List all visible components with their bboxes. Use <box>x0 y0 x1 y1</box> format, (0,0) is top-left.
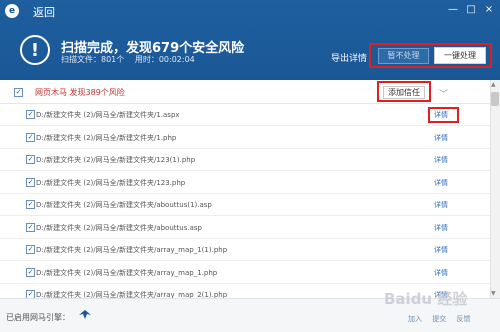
warning-icon: ! <box>20 35 50 65</box>
detail-highlight-box <box>428 107 459 123</box>
file-path: D:/新建文件夹 (2)/网马全/新建文件夹/123(1).php <box>36 156 196 164</box>
file-path: D:/新建文件夹 (2)/网马全/新建文件夹/array_map_1.php <box>36 268 218 277</box>
table-row[interactable]: ✓ D:/新建文件夹 (2)/网马全/新建文件夹/1.aspx 详情 <box>0 104 490 126</box>
table-row[interactable]: ✓ D:/新建文件夹 (2)/网马全/新建文件夹/abouttus(1).asp 详… <box>0 194 490 216</box>
detail-link[interactable]: 详情 <box>434 200 448 210</box>
elapsed-time: 用时：00:02:04 <box>134 55 195 64</box>
add-trust-button[interactable]: 添加信任 <box>383 86 425 99</box>
export-details-link[interactable]: 导出详情 <box>331 51 367 64</box>
group-title: 网页木马 发现389个风险 <box>35 88 125 97</box>
row-checkbox[interactable]: ✓ <box>26 222 35 232</box>
row-checkbox[interactable]: ✓ <box>26 177 35 187</box>
detail-link[interactable]: 详情 <box>434 133 448 143</box>
watermark: Baidu 经验 <box>384 290 468 308</box>
table-row[interactable]: ✓ D:/新建文件夹 (2)/网马全/新建文件夹/123.php 详情 <box>0 172 490 194</box>
engine-bird-icon <box>79 310 91 319</box>
file-path: D:/新建文件夹 (2)/网马全/新建文件夹/1.aspx <box>36 111 180 119</box>
back-button[interactable]: 返回 <box>33 4 55 20</box>
file-path: D:/新建文件夹 (2)/网马全/新建文件夹/123.php <box>36 178 186 187</box>
detail-link[interactable]: 详情 <box>434 178 448 188</box>
table-row[interactable]: ✓ D:/新建文件夹 (2)/网马全/新建文件夹/array_map_1.php 详… <box>0 262 490 284</box>
footer-link-join[interactable]: 加入 <box>408 315 422 323</box>
table-row[interactable]: ✓ D:/新建文件夹 (2)/网马全/新建文件夹/123(1).php 详情 <box>0 149 490 171</box>
file-path: D:/新建文件夹 (2)/网马全/新建文件夹/array_map_1(1).ph… <box>36 246 228 254</box>
file-path: D:/新建文件夹 (2)/网马全/新建文件夹/1.php <box>36 133 177 142</box>
scrollbar-thumb[interactable] <box>491 92 499 106</box>
engine-label: 已启用网马引擎： <box>6 313 70 322</box>
group-checkbox[interactable]: ✓ <box>14 88 23 97</box>
row-checkbox[interactable]: ✓ <box>26 155 35 164</box>
table-row[interactable]: ✓ D:/新建文件夹 (2)/网马全/新建文件夹/abouttus.asp 详情 <box>0 217 490 239</box>
fix-all-button[interactable]: 一键处理 <box>434 47 486 64</box>
title-bar: e 返回 — □ × <box>0 0 500 22</box>
row-checkbox[interactable]: ✓ <box>26 132 35 142</box>
row-checkbox[interactable]: ✓ <box>26 267 35 277</box>
table-row[interactable]: ✓ D:/新建文件夹 (2)/网马全/新建文件夹/1.php 详情 <box>0 127 490 149</box>
row-checkbox[interactable]: ✓ <box>26 245 35 254</box>
footer-link-feedback[interactable]: 反馈 <box>456 315 470 323</box>
collapse-chevron-icon[interactable]: ﹀ <box>439 87 448 100</box>
minimize-icon[interactable]: — <box>446 3 460 17</box>
detail-link[interactable]: 详情 <box>434 245 448 255</box>
footer-links: 加入 提交 反馈 <box>408 314 478 324</box>
file-path: D:/新建文件夹 (2)/网马全/新建文件夹/abouttus.asp <box>36 223 202 232</box>
ignore-button[interactable]: 暂不处理 <box>378 48 429 64</box>
table-row[interactable]: ✓ D:/新建文件夹 (2)/网马全/新建文件夹/array_map_1(1).p… <box>0 239 490 261</box>
scan-stats: 扫描文件：801个 用时：00:02:04 <box>61 54 203 65</box>
footer-link-submit[interactable]: 提交 <box>432 315 446 323</box>
window-controls: — □ × <box>446 3 496 17</box>
file-path: D:/新建文件夹 (2)/网马全/新建文件夹/abouttus(1).asp <box>36 201 212 209</box>
app-logo-icon: e <box>5 4 19 18</box>
scanned-files-count: 扫描文件：801个 <box>61 55 125 64</box>
detail-link[interactable]: 详情 <box>434 268 448 278</box>
detail-link[interactable]: 详情 <box>434 223 448 233</box>
scrollbar[interactable] <box>490 80 500 298</box>
close-icon[interactable]: × <box>482 3 496 17</box>
detail-link[interactable]: 详情 <box>434 155 448 165</box>
scroll-down-icon[interactable]: ▼ <box>491 290 496 297</box>
row-checkbox[interactable]: ✓ <box>26 200 35 209</box>
row-checkbox[interactable]: ✓ <box>26 110 35 119</box>
maximize-icon[interactable]: □ <box>464 3 478 17</box>
scroll-up-icon[interactable]: ▲ <box>491 81 496 88</box>
